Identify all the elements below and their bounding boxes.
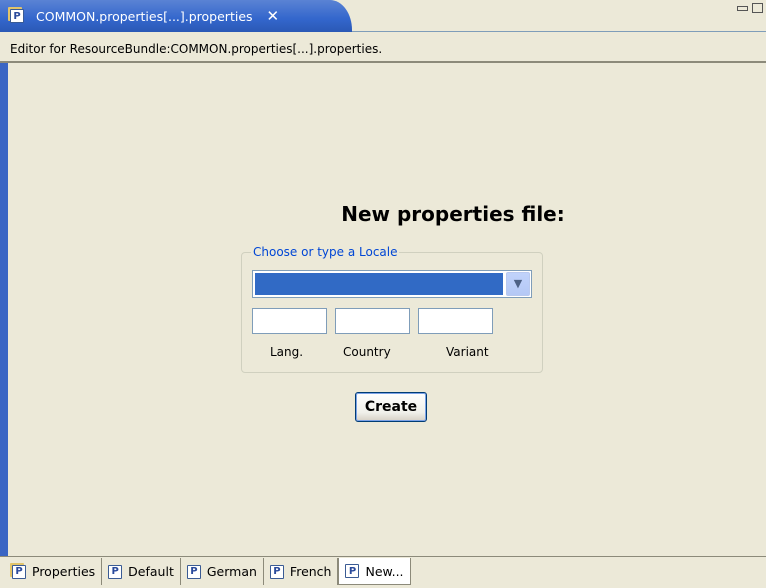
properties-file-icon: P	[108, 564, 123, 579]
page-tabs-divider	[0, 556, 766, 557]
locale-combo[interactable]: ▼	[252, 270, 532, 298]
page-tabs: P Properties P Default P German P French…	[6, 558, 411, 586]
properties-file-icon: P	[269, 564, 284, 579]
locale-group-label: Choose or type a Locale	[251, 245, 400, 259]
country-label: Country	[343, 345, 391, 359]
country-input[interactable]	[335, 308, 410, 334]
minimize-button[interactable]	[737, 6, 748, 11]
editor-tab-label: COMMON.properties[...].properties	[36, 8, 253, 24]
locale-combo-value	[255, 273, 503, 295]
variant-input[interactable]	[418, 308, 493, 334]
close-icon[interactable]: ✕	[267, 7, 280, 25]
properties-stack-icon: P	[12, 564, 26, 579]
tab-new[interactable]: P New...	[338, 558, 411, 585]
tab-label: German	[206, 564, 257, 579]
maximize-button[interactable]	[752, 3, 763, 13]
editor-window: P COMMON.properties[...].properties ✕ Ed…	[0, 0, 766, 588]
properties-stack-icon: P	[10, 9, 24, 23]
chevron-down-icon[interactable]: ▼	[506, 272, 530, 296]
editor-tab[interactable]: P COMMON.properties[...].properties ✕	[0, 0, 352, 32]
tab-french[interactable]: P French	[264, 558, 339, 585]
tab-label: French	[289, 564, 332, 579]
variant-label: Variant	[446, 345, 489, 359]
tab-german[interactable]: P German	[181, 558, 264, 585]
tab-label: New...	[365, 563, 404, 579]
form-title: New properties file:	[341, 202, 565, 226]
lang-input[interactable]	[252, 308, 327, 334]
new-properties-file-icon: P	[345, 564, 360, 578]
tab-label: Default	[128, 564, 174, 579]
create-button[interactable]: Create	[355, 392, 427, 422]
tab-label: Properties	[32, 564, 96, 579]
editor-tab-strip: P COMMON.properties[...].properties ✕	[0, 0, 766, 32]
tab-properties[interactable]: P Properties	[6, 558, 103, 585]
tab-default[interactable]: P Default	[102, 558, 181, 585]
lang-label: Lang.	[270, 345, 304, 359]
properties-file-icon: P	[186, 564, 201, 579]
editor-description: Editor for ResourceBundle:COMMON.propert…	[0, 32, 766, 63]
editor-left-border	[0, 63, 8, 556]
